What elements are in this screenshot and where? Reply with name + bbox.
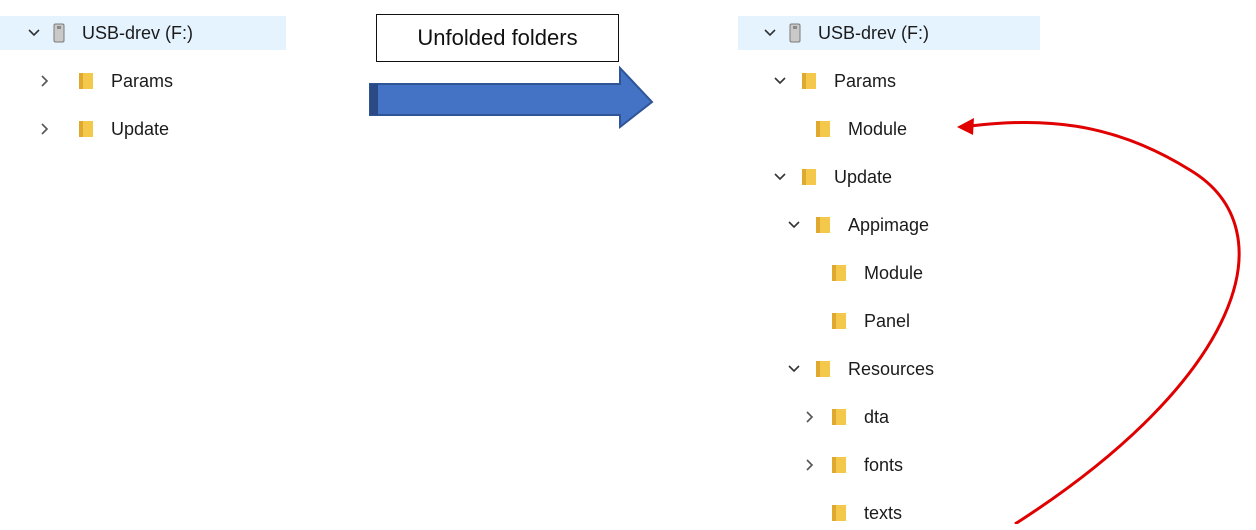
folder-icon — [798, 71, 824, 91]
folder-icon — [75, 71, 101, 91]
tree-item-label: Panel — [864, 310, 911, 331]
annotation-label-box: Unfolded folders — [376, 14, 619, 62]
folder-icon — [828, 503, 854, 523]
chevron-down-icon[interactable] — [768, 69, 792, 93]
tree-item[interactable]: Panel — [738, 304, 910, 338]
tree-item[interactable]: Appimage — [738, 208, 929, 242]
left-drive-label: USB-drev (F:) — [82, 22, 194, 43]
usb-drive-icon — [782, 22, 808, 44]
tree-item-label: Module — [848, 118, 908, 139]
folder-icon — [798, 167, 824, 187]
right-drive-label: USB-drev (F:) — [818, 22, 930, 43]
right-arrow-icon — [369, 65, 654, 130]
tree-item[interactable]: Module — [738, 112, 907, 146]
left-drive-row[interactable]: USB-drev (F:) — [0, 16, 286, 50]
folder-icon — [828, 455, 854, 475]
folder-icon — [828, 263, 854, 283]
chevron-down-icon[interactable] — [782, 213, 806, 237]
tree-item[interactable]: texts — [738, 496, 902, 530]
tree-item-label: fonts — [864, 454, 904, 475]
tree-item-label: Update — [834, 166, 893, 187]
tree-item-label: Params — [834, 70, 897, 91]
folder-icon — [75, 119, 101, 139]
chevron-right-icon[interactable] — [798, 405, 822, 429]
tree-item-label: Module — [864, 262, 924, 283]
tree-item-label: dta — [864, 406, 890, 427]
chevron-right-icon[interactable] — [798, 453, 822, 477]
tree-item-label: Appimage — [848, 214, 930, 235]
tree-item[interactable]: Update — [738, 160, 892, 194]
tree-item[interactable]: Params — [738, 64, 896, 98]
folder-icon — [828, 311, 854, 331]
chevron-right-icon[interactable] — [33, 117, 57, 141]
left-folder-params[interactable]: Params — [0, 64, 173, 98]
chevron-down-icon[interactable] — [758, 21, 782, 45]
tree-item[interactable]: Resources — [738, 352, 934, 386]
left-folder-params-label: Params — [111, 70, 174, 91]
tree-item-label: texts — [864, 502, 903, 523]
left-folder-update-label: Update — [111, 118, 170, 139]
chevron-down-icon[interactable] — [768, 165, 792, 189]
folder-icon — [812, 119, 838, 139]
tree-item[interactable]: dta — [738, 400, 889, 434]
annotation-text: Unfolded folders — [417, 25, 578, 50]
red-link-arrow — [957, 118, 1241, 524]
left-folder-update[interactable]: Update — [0, 112, 169, 146]
folder-icon — [828, 407, 854, 427]
folder-icon — [812, 359, 838, 379]
chevron-right-icon[interactable] — [33, 69, 57, 93]
chevron-down-icon[interactable] — [782, 357, 806, 381]
tree-item[interactable]: Module — [738, 256, 923, 290]
right-drive-row[interactable]: USB-drev (F:) — [738, 16, 1040, 50]
explorer-comparison: USB-drev (F:) Params Update Unfolded fol… — [0, 0, 1256, 524]
chevron-down-icon[interactable] — [22, 21, 46, 45]
folder-icon — [812, 215, 838, 235]
tree-item[interactable]: fonts — [738, 448, 903, 482]
usb-drive-icon — [46, 22, 72, 44]
annotation-overlay — [369, 65, 1241, 524]
tree-item-label: Resources — [848, 358, 935, 379]
